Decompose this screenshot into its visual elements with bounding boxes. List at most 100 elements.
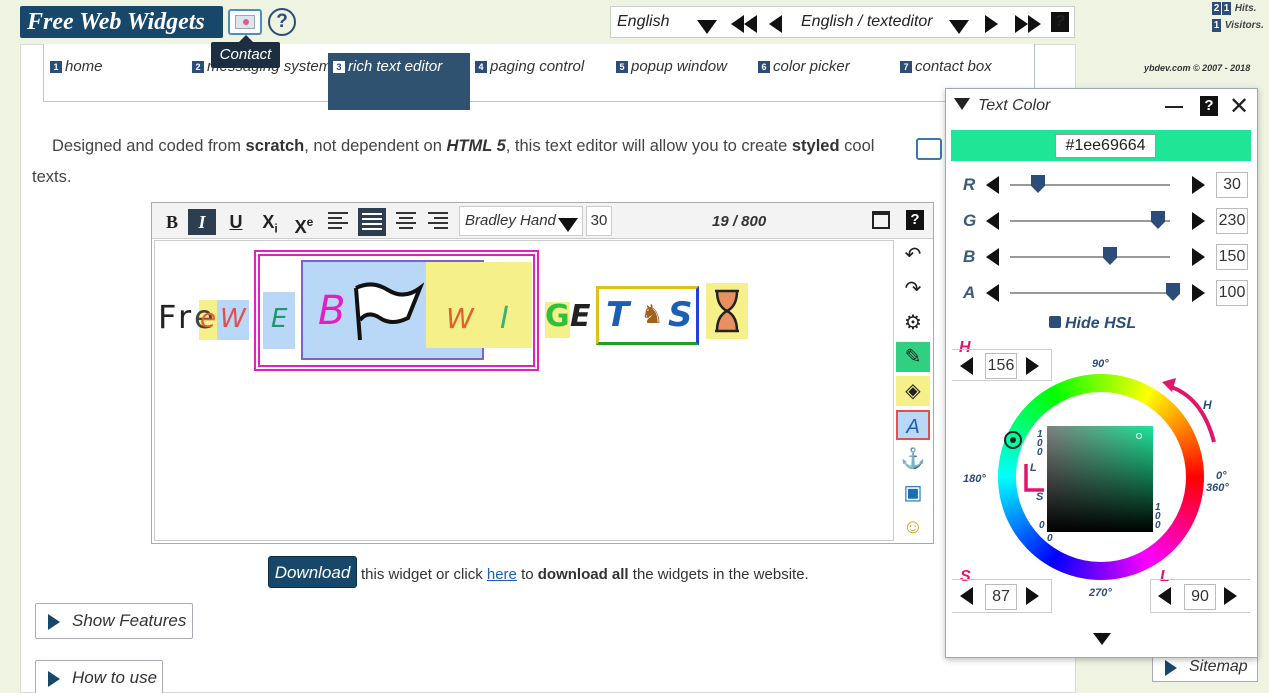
underline-button[interactable]: U [224, 209, 248, 235]
hide-hsl-toggle[interactable]: Hide HSL [1049, 315, 1136, 333]
bold-button[interactable]: B [160, 209, 184, 235]
first-page-icon[interactable] [731, 14, 757, 44]
content-char: I [500, 301, 509, 336]
image-icon[interactable]: ▣ [896, 478, 930, 508]
channel-slider[interactable] [1010, 292, 1170, 294]
expand-icon[interactable] [1093, 632, 1111, 650]
nav-item-paging[interactable]: 4 paging control [475, 58, 615, 75]
show-features-toggle[interactable]: Show Features [35, 603, 193, 639]
hue-arrow-icon [1162, 378, 1216, 443]
channel-increment[interactable] [1192, 176, 1205, 199]
s-value[interactable]: 87 [985, 584, 1017, 610]
maximize-icon[interactable] [872, 211, 890, 229]
content-char: W [220, 304, 246, 334]
channel-decrement[interactable] [986, 212, 999, 235]
channel-label: A [963, 283, 976, 302]
site-logo[interactable]: Free Web Widgets [20, 6, 223, 38]
help-icon[interactable]: ? [906, 210, 924, 230]
channel-decrement[interactable] [986, 176, 999, 199]
nav-item-home[interactable]: 1 home [50, 58, 190, 75]
settings-icon[interactable]: ⚙ [896, 308, 930, 338]
channel-increment[interactable] [1192, 284, 1205, 307]
s-increment[interactable] [1026, 587, 1039, 610]
h-increment[interactable] [1026, 357, 1039, 380]
sq-l-label: L [1030, 462, 1037, 474]
chevron-down-icon[interactable] [697, 15, 717, 45]
paint-bucket-icon[interactable]: ◈ [896, 376, 930, 406]
language-bar: English English / texteditor ? [610, 6, 1075, 38]
page-select[interactable]: English / texteditor [801, 7, 933, 37]
h-value[interactable]: 156 [985, 353, 1017, 379]
channel-decrement[interactable] [986, 248, 999, 271]
content-char: G [545, 299, 570, 334]
font-size-input[interactable]: 30 [586, 206, 612, 236]
text-color-icon[interactable]: A [896, 410, 930, 440]
content-char: E [271, 304, 288, 334]
subscript-button[interactable]: Xi [256, 209, 284, 236]
saturation-lightness-square[interactable] [1047, 426, 1153, 532]
s-decrement[interactable] [960, 587, 973, 610]
channel-value[interactable]: 230 [1216, 208, 1248, 234]
channel-label: R [963, 175, 976, 194]
font-select[interactable]: Bradley Hand ITC [459, 206, 583, 236]
content-char: E [570, 299, 591, 334]
next-page-icon[interactable] [985, 14, 998, 44]
language-select[interactable]: English [617, 7, 669, 37]
download-button[interactable]: Download [268, 556, 357, 588]
nav-item-rich-text-editor[interactable]: 3 rich text editor [328, 53, 470, 110]
emoji-icon[interactable]: ☺ [896, 512, 930, 542]
redo-icon[interactable]: ↷ [896, 274, 930, 304]
prev-page-icon[interactable] [769, 14, 782, 44]
align-left-icon[interactable] [328, 212, 348, 230]
copyright: ybdev.com © 2007 - 2018 [1144, 63, 1251, 73]
help-icon[interactable]: ? [1051, 12, 1069, 32]
last-page-icon[interactable] [1015, 14, 1041, 44]
char-counter: 19 / 800 [712, 213, 767, 230]
hex-input[interactable]: #1ee69664 [1055, 134, 1156, 158]
deg-90-label: 90° [1092, 358, 1109, 370]
contact-button[interactable] [228, 9, 262, 35]
pencil-icon[interactable]: ✎ [896, 342, 930, 372]
help-icon[interactable]: ? [1200, 96, 1218, 116]
channel-decrement[interactable] [986, 284, 999, 307]
axis-100-label: 100 [1155, 502, 1161, 531]
link-icon[interactable]: ⚓ [896, 444, 930, 474]
here-link[interactable]: here [487, 566, 517, 583]
channel-slider[interactable] [1010, 220, 1170, 222]
l-decrement[interactable] [1158, 587, 1171, 610]
channel-increment[interactable] [1192, 248, 1205, 271]
align-center-icon[interactable] [396, 212, 416, 230]
close-icon[interactable]: ✕ [1229, 92, 1249, 121]
nav-item-color-picker[interactable]: 6 color picker [758, 58, 898, 75]
h-decrement[interactable] [960, 357, 973, 380]
italic-button[interactable]: I [188, 209, 216, 235]
nav-item-contact-box[interactable]: 7 contact box [900, 58, 1036, 75]
collapse-icon[interactable] [954, 98, 970, 110]
help-icon[interactable]: ? [268, 8, 296, 36]
highlight [426, 262, 532, 348]
deg-0-label: 0° [1216, 470, 1227, 482]
nav-item-popup[interactable]: 5 popup window [616, 58, 756, 75]
hue-marker[interactable] [1004, 431, 1022, 449]
align-right-icon[interactable] [428, 212, 448, 230]
how-to-use-toggle[interactable]: How to use [35, 660, 163, 693]
channel-value[interactable]: 30 [1216, 172, 1248, 198]
hit-counter: 21 Hits. 1 Visitors. [1212, 2, 1264, 32]
chevron-down-icon[interactable] [949, 15, 969, 45]
superscript-button[interactable]: Xe [290, 209, 318, 237]
channel-slider[interactable] [1010, 256, 1170, 258]
minimize-icon[interactable] [1165, 106, 1183, 108]
channel-label: G [963, 211, 977, 230]
channel-value[interactable]: 100 [1216, 280, 1248, 306]
justify-icon[interactable] [358, 208, 386, 236]
widget-nav: 1home 2messaging system 3rich text edito… [43, 44, 1036, 110]
sq-s-label: S [1036, 491, 1044, 503]
note-icon[interactable] [916, 138, 942, 160]
l-value[interactable]: 90 [1184, 584, 1216, 610]
panel-title[interactable]: Text Color [954, 97, 1050, 115]
l-increment[interactable] [1224, 587, 1237, 610]
undo-icon[interactable]: ↶ [896, 240, 930, 270]
content-char: e [200, 304, 216, 334]
channel-increment[interactable] [1192, 212, 1205, 235]
channel-value[interactable]: 150 [1216, 244, 1248, 270]
